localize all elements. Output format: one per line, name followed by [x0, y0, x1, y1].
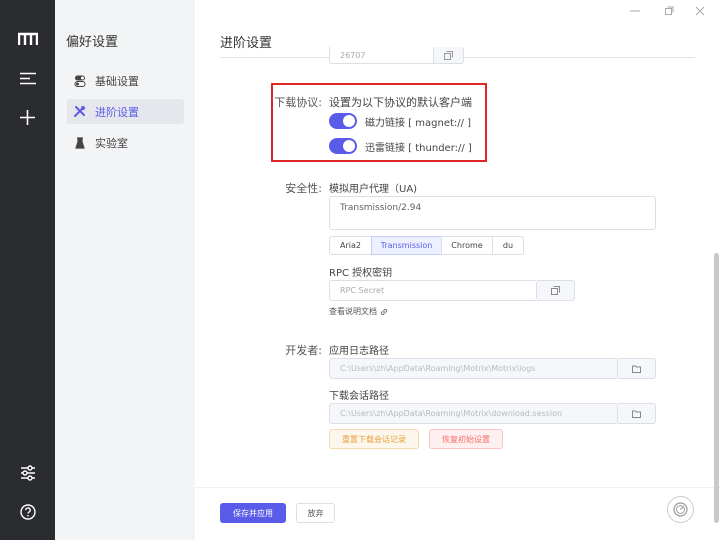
ua-preset-aria2[interactable]: Aria2 [329, 236, 372, 255]
sidebar-title: 偏好设置 [66, 35, 119, 50]
minimize-icon[interactable] [628, 4, 642, 18]
log-path-label: 应用日志路径 [329, 346, 389, 357]
app-rail [0, 0, 55, 540]
rpc-secret-input[interactable]: RPC Secret [329, 280, 537, 301]
plus-icon[interactable] [14, 104, 41, 131]
thunder-label: 迅雷链接 [ thunder:// ] [365, 143, 472, 154]
discard-button[interactable]: 放弃 [296, 503, 335, 523]
sidebar-item-label: 进阶设置 [95, 105, 139, 119]
speedometer-icon[interactable] [667, 496, 694, 523]
sidebar-item-label: 实验室 [95, 136, 128, 150]
reset-session-button[interactable]: 重置下载会话记录 [329, 429, 419, 449]
docs-link[interactable]: 查看说明文档 [329, 306, 388, 317]
menu-lines-icon[interactable] [14, 65, 41, 92]
save-apply-button[interactable]: 保存并应用 [220, 503, 286, 523]
session-path-input[interactable]: C:\Users\zh\AppData\Roaming\Motrix\downl… [329, 403, 618, 424]
log-path-input[interactable]: C:\Users\zh\AppData\Roaming\Motrix\Motri… [329, 358, 618, 379]
session-path-label: 下载会话路径 [329, 391, 389, 402]
ua-preset-chrome[interactable]: Chrome [441, 236, 493, 255]
help-icon[interactable] [14, 498, 41, 525]
close-icon[interactable] [693, 4, 707, 18]
toggle-switch-icon [73, 74, 86, 87]
ua-label: 模拟用户代理（UA) [329, 184, 418, 195]
folder-icon[interactable] [618, 403, 656, 424]
docs-link-label: 查看说明文档 [329, 307, 377, 316]
restore-icon[interactable] [662, 4, 676, 18]
copy-icon[interactable] [434, 47, 464, 64]
sidebar-item-label: 基础设置 [95, 74, 139, 88]
sidebar-item-advanced[interactable]: 进阶设置 [67, 99, 184, 124]
scrollbar-thumb[interactable] [714, 253, 719, 523]
security-label: 安全性: [285, 182, 322, 195]
lab-flask-icon [73, 136, 86, 149]
rpc-label: RPC 授权密钥 [329, 268, 393, 279]
port-input[interactable]: 26707 [329, 47, 434, 64]
download-protocol-description: 设置为以下协议的默认客户端 [329, 96, 472, 109]
main-panel: 进阶设置 26707 下载协议: 设置为以下协议的默认客户端 磁力链接 [ ma… [195, 0, 720, 540]
thunder-toggle[interactable] [329, 138, 357, 154]
ua-preset-group: Aria2 Transmission Chrome du [329, 236, 524, 255]
folder-icon[interactable] [618, 358, 656, 379]
ua-preset-du[interactable]: du [492, 236, 524, 255]
page-title: 进阶设置 [220, 36, 273, 51]
download-protocol-label: 下载协议: [274, 96, 322, 109]
sidebar-item-basic[interactable]: 基础设置 [67, 68, 184, 93]
footer-divider [195, 487, 720, 488]
ua-textarea[interactable]: Transmission/2.94 [329, 196, 656, 230]
ua-preset-transmission[interactable]: Transmission [371, 236, 442, 255]
sliders-icon[interactable] [14, 459, 41, 486]
link-icon [380, 308, 388, 316]
tools-icon [73, 105, 86, 118]
developer-label: 开发者: [285, 344, 322, 357]
factory-reset-button[interactable]: 恢复初始设置 [429, 429, 503, 449]
sidebar-item-lab[interactable]: 实验室 [67, 130, 184, 155]
magnet-toggle[interactable] [329, 113, 357, 129]
preferences-sidebar: 偏好设置 基础设置 进阶设置 实验室 [55, 0, 195, 540]
magnet-label: 磁力链接 [ magnet:// ] [365, 118, 472, 129]
copy-icon[interactable] [537, 280, 575, 301]
motrix-logo-icon[interactable] [14, 25, 41, 52]
